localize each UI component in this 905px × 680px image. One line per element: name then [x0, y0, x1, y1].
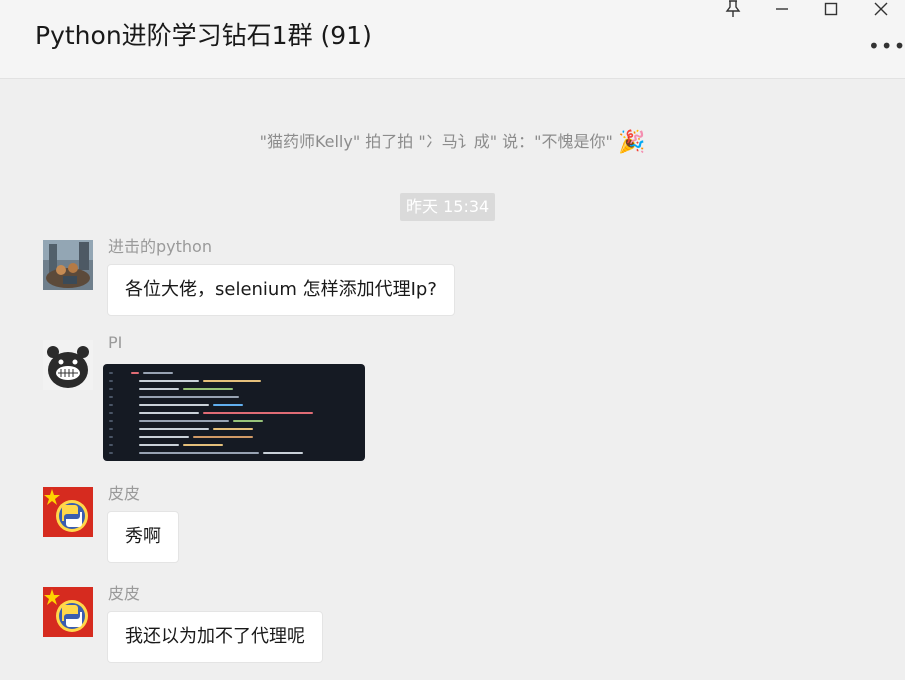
- more-options-icon[interactable]: •••: [868, 34, 905, 58]
- sender-name: 皮皮: [108, 484, 141, 503]
- timestamp-divider: 昨天 15:34: [400, 193, 496, 221]
- chat-header: Python进阶学习钻石1群 (91) •••: [0, 0, 905, 79]
- sender-name: PI: [108, 333, 123, 352]
- message-bubble[interactable]: 秀啊: [107, 511, 179, 563]
- message-bubble[interactable]: 各位大佬，selenium 怎样添加代理Ip?: [107, 264, 455, 316]
- minimize-icon[interactable]: [767, 0, 797, 18]
- maximize-icon[interactable]: [816, 0, 846, 18]
- close-icon[interactable]: [866, 0, 896, 18]
- pin-icon[interactable]: [718, 0, 748, 18]
- chat-title: Python进阶学习钻石1群 (91): [35, 21, 372, 50]
- code-screenshot-image[interactable]: [103, 364, 365, 461]
- sender-name: 皮皮: [108, 584, 141, 603]
- avatar[interactable]: [43, 240, 93, 290]
- avatar[interactable]: [43, 340, 93, 390]
- party-popper-icon: 🎉: [618, 130, 646, 155]
- avatar[interactable]: [43, 587, 93, 637]
- message-bubble[interactable]: 我还以为加不了代理呢: [107, 611, 323, 663]
- sender-name: 进击的python: [108, 237, 212, 256]
- avatar[interactable]: [43, 487, 93, 537]
- pat-system-message: "猫药师Kelly" 拍了拍 "冫马讠成" 说："不愧是你" 🎉: [0, 128, 905, 155]
- pat-message-text: "猫药师Kelly" 拍了拍 "冫马讠成" 说："不愧是你": [259, 132, 613, 151]
